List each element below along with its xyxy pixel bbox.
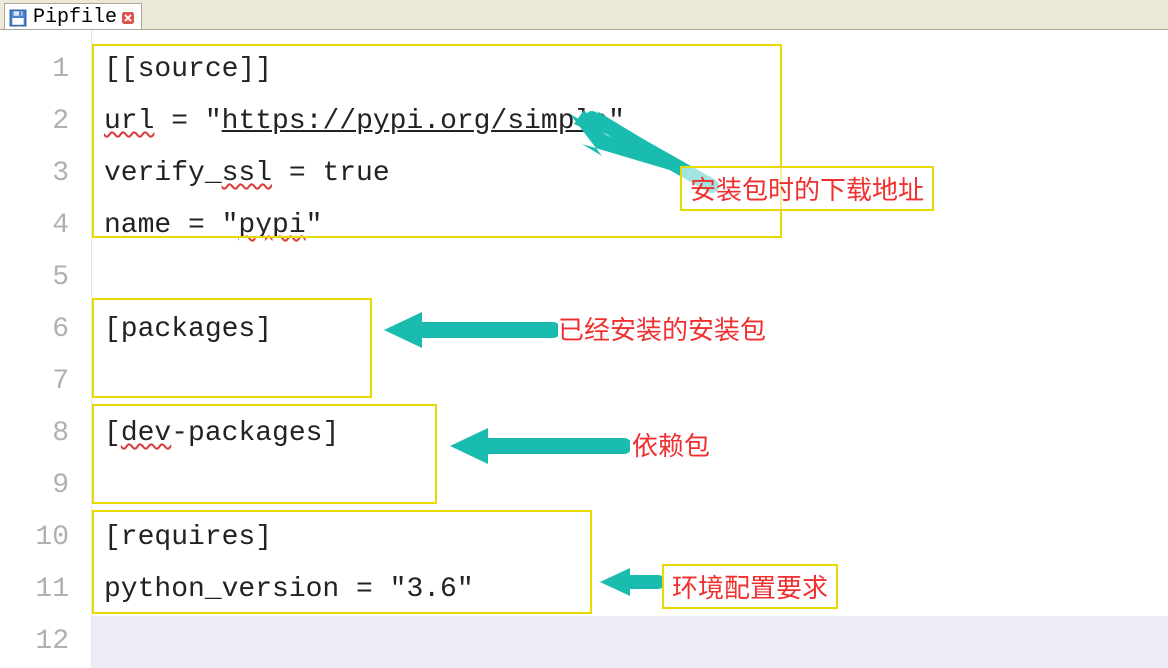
tab-filename: Pipfile [33,6,117,29]
line-number: 12 [0,616,91,668]
annotation-env-requirements: 环境配置要求 [662,564,838,609]
line-number: 7 [0,356,91,408]
code-line [104,616,1168,668]
line-number: 11 [0,564,91,616]
code-line: [requires] [104,512,1168,564]
line-number: 3 [0,148,91,200]
close-icon[interactable] [121,11,135,25]
tab-bar: Pipfile [0,0,1168,30]
line-number: 1 [0,44,91,96]
annotation-dependencies: 依赖包 [632,426,710,463]
code-area[interactable]: [[source]] url = "https://pypi.org/simpl… [92,30,1168,667]
line-number: 6 [0,304,91,356]
line-number-gutter: 1 2 3 4 5 6 7 8 9 10 11 12 [0,30,92,667]
annotation-download-url: 安装包时的下载地址 [680,166,934,211]
code-line: url = "https://pypi.org/simple" [104,96,1168,148]
annotation-installed-packages: 已经安装的安装包 [558,310,766,347]
save-disk-icon [9,9,27,27]
line-number: 9 [0,460,91,512]
code-line: verify_ssl = true [104,148,1168,200]
line-number: 10 [0,512,91,564]
code-line [104,252,1168,304]
code-line [104,460,1168,512]
line-number: 4 [0,200,91,252]
line-number: 2 [0,96,91,148]
code-line [104,356,1168,408]
code-line: name = "pypi" [104,200,1168,252]
code-editor[interactable]: 1 2 3 4 5 6 7 8 9 10 11 12 [[source]] ur… [0,30,1168,667]
code-line: python_version = "3.6" [104,564,1168,616]
line-number: 8 [0,408,91,460]
code-line: [[source]] [104,44,1168,96]
line-number: 5 [0,252,91,304]
file-tab[interactable]: Pipfile [4,3,142,29]
